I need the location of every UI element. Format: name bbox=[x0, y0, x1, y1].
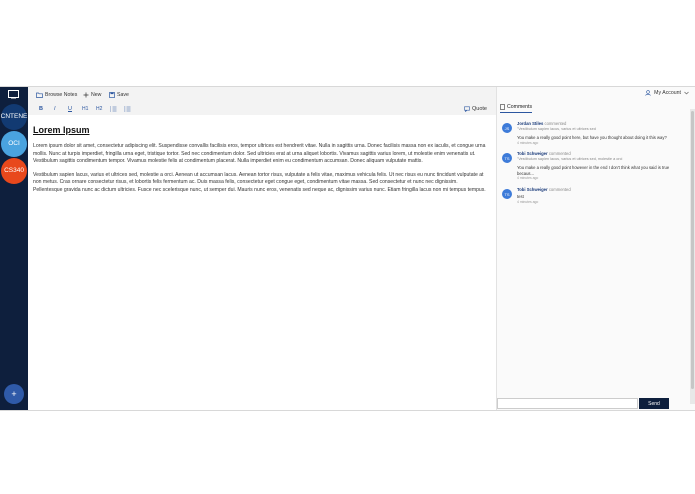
underline-button[interactable]: U bbox=[68, 104, 72, 113]
note-document[interactable]: Lorem Ipsum Lorem ipsum dolor sit amet, … bbox=[33, 125, 488, 201]
comment-time: 4 minutes ago bbox=[517, 140, 539, 145]
course-sidebar: CNTENE OCI CS340 + bbox=[0, 87, 28, 410]
note-paragraph: Lorem ipsum dolor sit amet, consectetur … bbox=[33, 143, 486, 165]
comments-panel: My Account Comments JS Jordan Stiles com… bbox=[496, 87, 695, 410]
my-account-button[interactable]: My Account bbox=[645, 90, 689, 96]
avatar: JS bbox=[502, 123, 512, 133]
comment-author[interactable]: Tobi Schweiger bbox=[517, 151, 548, 156]
comment-action: commented bbox=[544, 121, 567, 126]
folder-icon bbox=[36, 92, 43, 98]
comment-action: commented bbox=[548, 187, 571, 192]
bullet-list-icon bbox=[124, 106, 131, 111]
avatar: TS bbox=[502, 153, 512, 163]
editor-pane: Browse Notes New Save B I U H1 H2 Quote … bbox=[28, 87, 496, 410]
comment-text: You make a really good point however in … bbox=[517, 165, 670, 176]
note-paragraph: Vestibulum sapien lacus, varius et ultri… bbox=[33, 171, 486, 193]
save-icon bbox=[109, 92, 115, 98]
note-title: Lorem Ipsum bbox=[33, 125, 90, 135]
italic-button[interactable]: I bbox=[54, 104, 56, 113]
new-note-button[interactable]: New bbox=[83, 90, 101, 100]
quote-button[interactable]: Quote bbox=[464, 104, 487, 113]
avatar: TS bbox=[502, 189, 512, 199]
scrollbar-thumb[interactable] bbox=[691, 111, 694, 389]
document-icon bbox=[500, 104, 505, 110]
comment-quote: "Vestibulum sapien lacus, varius et ultr… bbox=[517, 127, 596, 131]
user-icon bbox=[645, 90, 651, 96]
course-badge-oci[interactable]: OCI bbox=[1, 131, 27, 157]
editor-toolbar: Browse Notes New Save B I U H1 H2 Quote bbox=[28, 87, 496, 115]
numbered-list-icon bbox=[110, 106, 117, 111]
add-course-button[interactable]: + bbox=[4, 384, 24, 404]
comment-author[interactable]: Jordan Stiles bbox=[517, 121, 543, 126]
chevron-down-icon bbox=[684, 91, 689, 95]
browse-notes-button[interactable]: Browse Notes bbox=[36, 90, 77, 100]
heading2-button[interactable]: H2 bbox=[96, 104, 102, 113]
comment-quote: "Vestibulum sapien lacus, varius et ultr… bbox=[517, 157, 623, 161]
comment-time: 4 minutes ago bbox=[517, 199, 539, 204]
save-button[interactable]: Save bbox=[109, 90, 129, 100]
comment-author[interactable]: Tobi Schweiger bbox=[517, 187, 548, 192]
comment-input[interactable] bbox=[497, 398, 638, 409]
tab-comments[interactable]: Comments bbox=[500, 104, 533, 113]
comment-time: 4 minutes ago bbox=[517, 176, 539, 180]
notebook-icon[interactable] bbox=[8, 90, 19, 99]
comment-text: You make a really good point here, but h… bbox=[517, 135, 667, 140]
quote-icon bbox=[464, 106, 470, 112]
plus-icon bbox=[83, 92, 89, 98]
ordered-list-button[interactable] bbox=[110, 104, 117, 113]
course-badge-cs340[interactable]: CS340 bbox=[1, 158, 27, 184]
course-badge-cntene[interactable]: CNTENE bbox=[1, 104, 27, 130]
bold-button[interactable]: B bbox=[39, 104, 43, 113]
bullet-list-button[interactable] bbox=[124, 104, 131, 113]
send-button[interactable]: Send bbox=[639, 398, 669, 409]
comment-action: commented bbox=[548, 151, 571, 156]
heading1-button[interactable]: H1 bbox=[82, 104, 88, 113]
app-window: CNTENE OCI CS340 + Browse Notes New Save… bbox=[0, 86, 695, 411]
comments-scrollbar[interactable] bbox=[690, 109, 695, 404]
